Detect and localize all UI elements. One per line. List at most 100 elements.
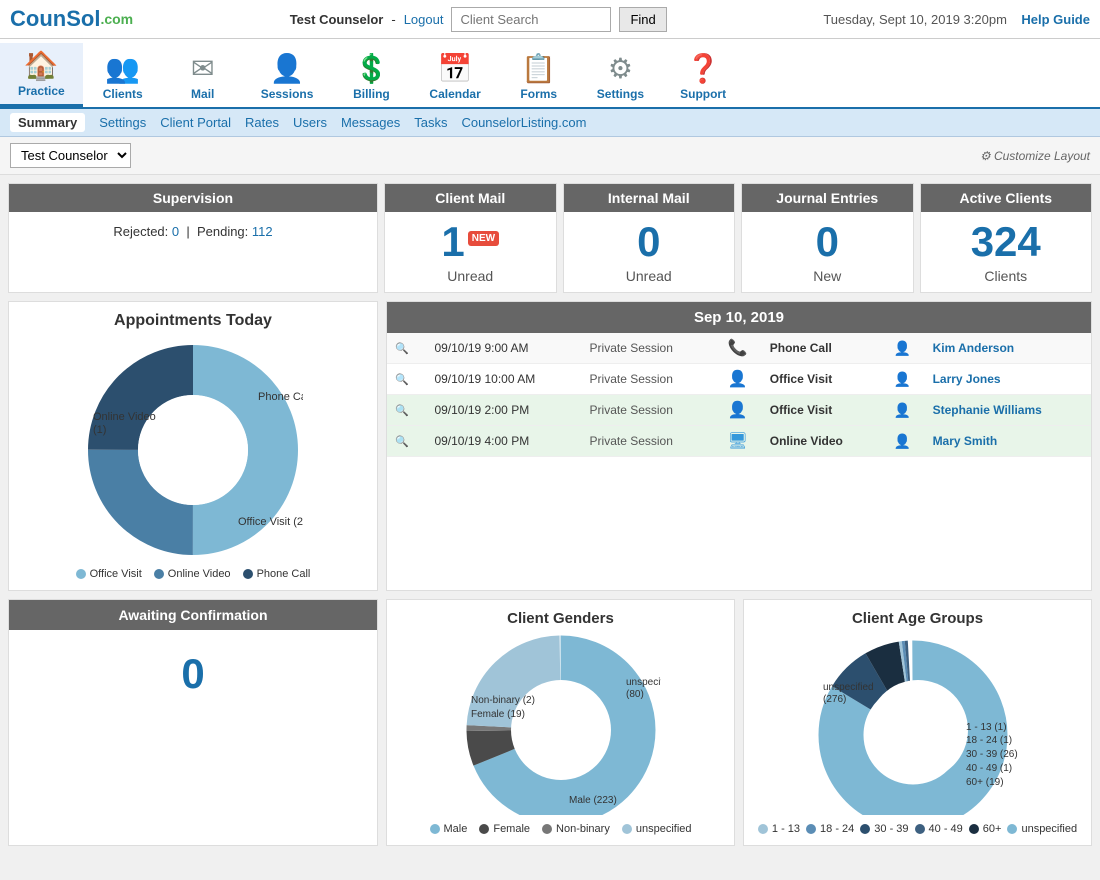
counselor-row: Test Counselor ⚙ Customize Layout: [0, 137, 1100, 175]
tab-messages[interactable]: Messages: [341, 115, 400, 130]
table-row: 🔍 09/10/19 4:00 PM Private Session 🖥 Onl…: [387, 426, 1091, 457]
tab-settings[interactable]: Settings: [99, 115, 146, 130]
awaiting-header: Awaiting Confirmation: [9, 600, 377, 630]
find-button[interactable]: Find: [619, 7, 666, 32]
search-icon-cell[interactable]: 🔍: [387, 333, 426, 364]
legend-online-video: Online Video: [154, 568, 231, 580]
tab-users[interactable]: Users: [293, 115, 327, 130]
search-input[interactable]: [451, 7, 611, 32]
svg-text:18 - 24 (1): 18 - 24 (1): [966, 735, 1012, 746]
nav-item-settings[interactable]: ⚙ Settings: [579, 46, 662, 107]
logo-text: CounSol: [10, 6, 100, 32]
visit-icon: 👤: [714, 395, 762, 426]
client-name[interactable]: Larry Jones: [925, 364, 1091, 395]
supervision-body: Rejected: 0 | Pending: 112: [9, 212, 377, 251]
awaiting-box: Awaiting Confirmation 0: [8, 599, 378, 846]
search-icon-cell[interactable]: 🔍: [387, 364, 426, 395]
appointments-chart: Phone Call (1) Online Video (1) Office V…: [83, 340, 303, 560]
legend-dot-phone: [243, 569, 253, 579]
svg-text:(276): (276): [823, 694, 846, 705]
gender-box: Client Genders unspecified (80) Non-bina…: [386, 599, 735, 846]
new-badge: NEW: [468, 231, 499, 246]
nav-label-calendar: Calendar: [429, 87, 480, 101]
svg-text:Online Video: Online Video: [93, 411, 156, 423]
calendar-table: 🔍 09/10/19 9:00 AM Private Session 📞 Pho…: [387, 333, 1091, 457]
internal-mail-header: Internal Mail: [564, 184, 735, 212]
header-center: Test Counselor - Logout Find: [290, 7, 667, 32]
nav-item-clients[interactable]: 👥 Clients: [83, 46, 163, 107]
tab-counselorlisting[interactable]: CounselorListing.com: [461, 115, 586, 130]
appointments-donut: Phone Call (1) Online Video (1) Office V…: [83, 340, 303, 560]
tab-summary[interactable]: Summary: [10, 113, 85, 132]
session-type: Private Session: [582, 426, 714, 457]
counselor-select[interactable]: Test Counselor: [10, 143, 131, 168]
help-guide-link[interactable]: Help Guide: [1021, 12, 1090, 27]
svg-text:Phone Call (1): Phone Call (1): [258, 391, 303, 403]
tab-rates[interactable]: Rates: [245, 115, 279, 130]
appointment-date: 09/10/19 9:00 AM: [426, 333, 581, 364]
journal-entries-value: 0: [816, 212, 839, 268]
internal-mail-box: Internal Mail 0 Unread: [563, 183, 736, 293]
visit-type: Online Video: [762, 426, 880, 457]
svg-text:60+ (19): 60+ (19): [966, 777, 1004, 788]
stats-row: Supervision Rejected: 0 | Pending: 112 C…: [8, 183, 1092, 293]
svg-text:1 - 13 (1): 1 - 13 (1): [966, 722, 1007, 733]
tab-tasks[interactable]: Tasks: [414, 115, 447, 130]
tab-client-portal[interactable]: Client Portal: [160, 115, 231, 130]
table-row: 🔍 09/10/19 10:00 AM Private Session 👤 Of…: [387, 364, 1091, 395]
active-clients-value: 324: [971, 212, 1041, 268]
search-icon-cell[interactable]: 🔍: [387, 426, 426, 457]
calendar-box: Sep 10, 2019 🔍 09/10/19 9:00 AM Private …: [386, 301, 1092, 591]
internal-mail-label: Unread: [626, 268, 672, 292]
gender-title: Client Genders: [397, 610, 724, 627]
customize-layout-link[interactable]: ⚙ Customize Layout: [980, 149, 1090, 163]
datetime: Tuesday, Sept 10, 2019 3:20pm: [823, 12, 1007, 27]
nav-item-billing[interactable]: 💲 Billing: [331, 46, 411, 107]
visit-type: Office Visit: [762, 364, 880, 395]
logout-link[interactable]: Logout: [404, 12, 444, 27]
nav-item-calendar[interactable]: 📅 Calendar: [411, 46, 498, 107]
legend-dot-video: [154, 569, 164, 579]
nav-item-mail[interactable]: ✉ Mail: [163, 46, 243, 107]
table-row: 🔍 09/10/19 9:00 AM Private Session 📞 Pho…: [387, 333, 1091, 364]
session-type: Private Session: [582, 333, 714, 364]
svg-text:30 - 39 (26): 30 - 39 (26): [966, 749, 1018, 760]
nav-item-sessions[interactable]: 👤 Sessions: [243, 46, 332, 107]
visit-type: Office Visit: [762, 395, 880, 426]
table-row: 🔍 09/10/19 2:00 PM Private Session 👤 Off…: [387, 395, 1091, 426]
svg-text:Male (223): Male (223): [569, 795, 617, 806]
header: CounSol.com Test Counselor - Logout Find…: [0, 0, 1100, 39]
pending-value[interactable]: 112: [252, 224, 273, 239]
nav-item-practice[interactable]: 🏠 Practice: [0, 43, 83, 107]
legend-dot-office: [76, 569, 86, 579]
age-chart-container: unspecified (276) 1 - 13 (1) 18 - 24 (1)…: [754, 635, 1081, 815]
session-type: Private Session: [582, 395, 714, 426]
person-icon: 👤: [880, 395, 924, 426]
svg-text:Office Visit (2): Office Visit (2): [238, 516, 303, 528]
client-name[interactable]: Kim Anderson: [925, 333, 1091, 364]
header-right: Tuesday, Sept 10, 2019 3:20pm Help Guide: [823, 12, 1090, 27]
bottom-row: Awaiting Confirmation 0 Client Genders u…: [8, 599, 1092, 846]
client-mail-box: Client Mail 1NEW Unread: [384, 183, 557, 293]
nav-label-billing: Billing: [353, 87, 390, 101]
client-name[interactable]: Stephanie Williams: [925, 395, 1091, 426]
gender-chart-container: unspecified (80) Non-binary (2) Female (…: [397, 635, 724, 815]
svg-text:(1): (1): [93, 424, 106, 436]
calendar-header: Sep 10, 2019: [387, 302, 1091, 333]
rejected-value[interactable]: 0: [172, 224, 179, 239]
search-icon-cell[interactable]: 🔍: [387, 395, 426, 426]
sub-nav: Summary Settings Client Portal Rates Use…: [0, 109, 1100, 137]
nav-label-settings: Settings: [597, 87, 644, 101]
client-mail-label: Unread: [447, 268, 493, 292]
main-content: Supervision Rejected: 0 | Pending: 112 C…: [0, 175, 1100, 854]
calendar-icon: 📅: [438, 52, 473, 85]
svg-text:unspecified: unspecified: [823, 682, 874, 693]
appointment-date: 09/10/19 10:00 AM: [426, 364, 581, 395]
journal-entries-header: Journal Entries: [742, 184, 913, 212]
visit-icon: 👤: [714, 364, 762, 395]
appointments-box: Appointments Today Phone Call (1) Online…: [8, 301, 378, 591]
counselor-name: Test Counselor: [290, 12, 384, 27]
nav-item-forms[interactable]: 📋 Forms: [499, 46, 579, 107]
client-name[interactable]: Mary Smith: [925, 426, 1091, 457]
nav-item-support[interactable]: ❓ Support: [662, 46, 744, 107]
